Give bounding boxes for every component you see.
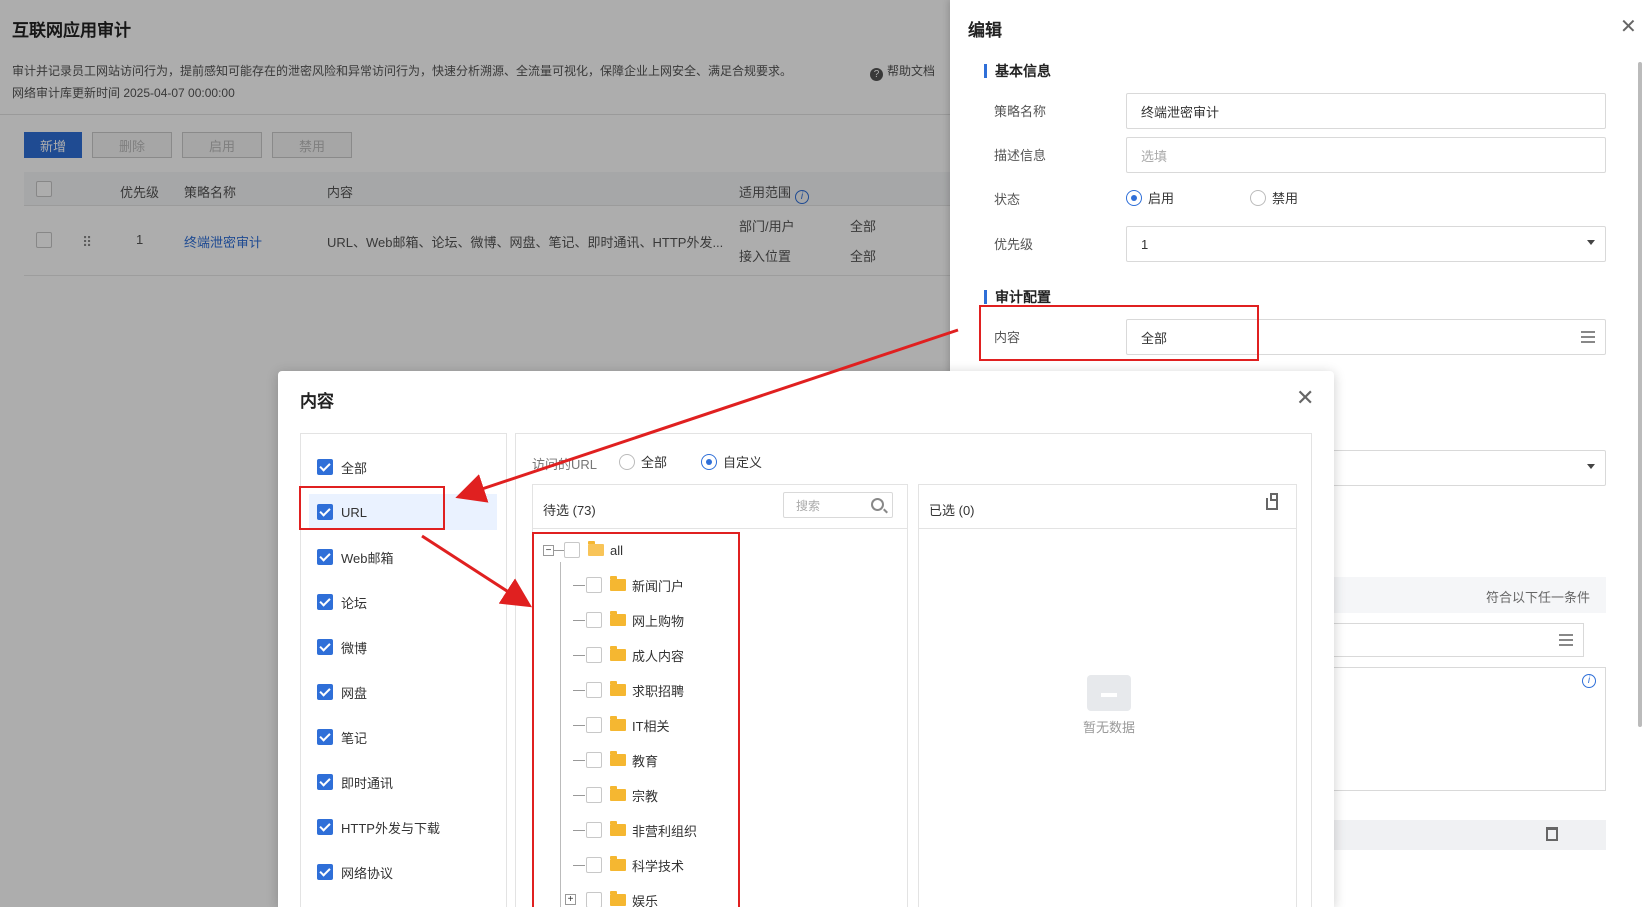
arrow-to-tree bbox=[421, 534, 533, 608]
arrow-to-url bbox=[455, 328, 959, 503]
annotation-arrows bbox=[421, 328, 959, 608]
